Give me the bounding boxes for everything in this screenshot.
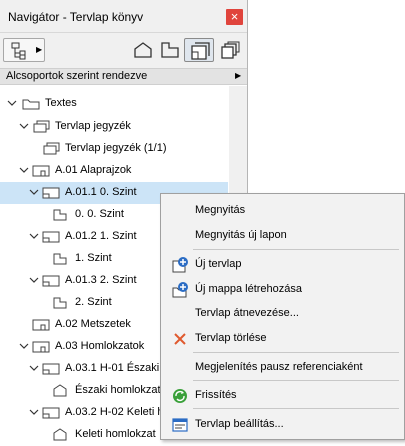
layout-book-icon <box>43 142 60 155</box>
menu-separator <box>193 380 399 381</box>
tree-item-label: Tervlap jegyzék (1/1) <box>65 142 167 154</box>
layout-icon <box>42 407 60 419</box>
menu-separator <box>193 352 399 353</box>
tree-item-label: 0. 0. Szint <box>75 208 124 220</box>
tree-item[interactable]: Tervlap jegyzék <box>0 116 228 138</box>
tree-item-label: A.02 Metszetek <box>55 318 131 330</box>
menu-item-open-in-new-tab[interactable]: Megnyitás új lapon <box>163 224 401 248</box>
tree-item-label: Keleti homlokzat <box>75 428 156 440</box>
tree-item-label: A.03.1 H-01 Északi <box>65 362 160 374</box>
tree-item-label: A.01 Alaprajzok <box>55 164 132 176</box>
layout-book-button[interactable] <box>184 38 214 62</box>
menu-item-label: Megnyitás új lapon <box>195 229 287 241</box>
menu-separator <box>193 249 399 250</box>
tree-item-label: Tervlap jegyzék <box>55 120 131 132</box>
expand-chevron-icon[interactable] <box>19 341 29 351</box>
layout-book-icon <box>191 42 210 60</box>
menu-item-label: Megnyitás <box>195 204 246 216</box>
new-folder-icon <box>172 282 188 298</box>
sort-label: Alcsoportok szerint rendezve <box>6 70 148 82</box>
subset-icon <box>32 319 50 331</box>
subset-icon <box>32 165 50 177</box>
tree-item[interactable]: Textes <box>0 93 228 115</box>
expand-chevron-icon[interactable] <box>29 407 39 417</box>
layout-book-icon <box>33 120 50 133</box>
layout-icon <box>42 363 60 375</box>
menu-item-new-layout[interactable]: Új tervlap <box>163 253 401 277</box>
tree-item-label: A.03 Homlokzatok <box>55 340 145 352</box>
tree-item-label: 2. Szint <box>75 296 112 308</box>
menu-item-delete-layout[interactable]: Tervlap törlése <box>163 327 401 351</box>
menu-item-label: Tervlap beállítás... <box>195 418 284 430</box>
menu-item-label: Megjelenítés pausz referenciaként <box>195 361 363 373</box>
delete-icon <box>174 333 186 345</box>
tree-item[interactable]: A.01 Alaprajzok <box>0 160 228 182</box>
menu-item-label: Frissítés <box>195 389 237 401</box>
menu-item-new-folder[interactable]: Új mappa létrehozása <box>163 278 401 302</box>
tree-item[interactable]: Tervlap jegyzék (1/1) <box>0 138 228 160</box>
project-map-button[interactable] <box>129 38 155 62</box>
tree-item-label: A.01.3 2. Szint <box>65 274 137 286</box>
menu-item-rename-layout[interactable]: Tervlap átnevezése... <box>163 302 401 326</box>
menu-item-label: Új mappa létrehozása <box>195 283 303 295</box>
tree-item-label: A.01.1 0. Szint <box>65 186 137 198</box>
context-menu: Megnyitás Megnyitás új lapon Új tervlap Új … <box>160 193 405 440</box>
floor-plan-icon <box>53 209 67 221</box>
expand-chevron-icon[interactable] <box>29 231 39 241</box>
window-title: Navigátor - Tervlap könyv <box>8 10 144 24</box>
layout-icon <box>42 187 60 199</box>
menu-item-label: Tervlap átnevezése... <box>195 307 299 319</box>
project-map-icon <box>134 42 152 58</box>
menu-item-label: Új tervlap <box>195 258 242 270</box>
tree-item-label: A.03.2 H-02 Keleti h <box>65 406 164 418</box>
view-map-icon <box>161 42 179 58</box>
menu-item-open[interactable]: Megnyitás <box>163 199 401 223</box>
tree-item-label: A.01.2 1. Szint <box>65 230 137 242</box>
tree-item-label: Északi homlokzat <box>75 384 161 396</box>
title-bar[interactable]: Navigátor - Tervlap könyv × <box>0 0 247 32</box>
subset-icon <box>32 341 50 353</box>
close-button[interactable]: × <box>226 9 243 25</box>
menu-item-refresh[interactable]: Frissítés <box>163 384 401 408</box>
layout-icon <box>42 231 60 243</box>
view-map-button[interactable] <box>156 38 182 62</box>
close-icon: × <box>230 9 239 24</box>
tree-item-label: Textes <box>45 97 77 109</box>
menu-separator <box>193 408 399 409</box>
toolbar: ▶ <box>0 32 247 69</box>
publisher-sets-button[interactable] <box>216 38 242 62</box>
expand-chevron-icon[interactable] <box>29 363 39 373</box>
expand-chevron-icon[interactable] <box>7 98 17 108</box>
menu-item-layout-settings[interactable]: Tervlap beállítás... <box>163 413 401 437</box>
floor-plan-icon <box>53 253 67 265</box>
expand-chevron-icon[interactable] <box>29 187 39 197</box>
chevron-right-icon: ▶ <box>36 45 43 54</box>
folder-icon <box>22 99 40 110</box>
layout-icon <box>42 275 60 287</box>
expand-chevron-icon[interactable] <box>19 165 29 175</box>
menu-item-label: Tervlap törlése <box>195 332 267 344</box>
chevron-right-icon: ▶ <box>235 71 242 80</box>
tree-item-label: 1. Szint <box>75 252 112 264</box>
sort-dropdown[interactable]: Alcsoportok szerint rendezve ▶ <box>0 68 247 85</box>
menu-item-show-as-trace-reference[interactable]: Megjelenítés pausz referenciaként <box>163 356 401 380</box>
layout-settings-icon <box>172 418 188 432</box>
publisher-sets-icon <box>221 41 240 59</box>
new-layout-icon <box>172 257 188 273</box>
expand-chevron-icon[interactable] <box>19 121 29 131</box>
tree-options-button[interactable]: ▶ <box>3 38 45 62</box>
tree-options-icon <box>11 42 26 60</box>
refresh-icon <box>173 389 187 403</box>
elevation-icon <box>53 384 67 397</box>
expand-chevron-icon[interactable] <box>29 275 39 285</box>
floor-plan-icon <box>53 297 67 309</box>
